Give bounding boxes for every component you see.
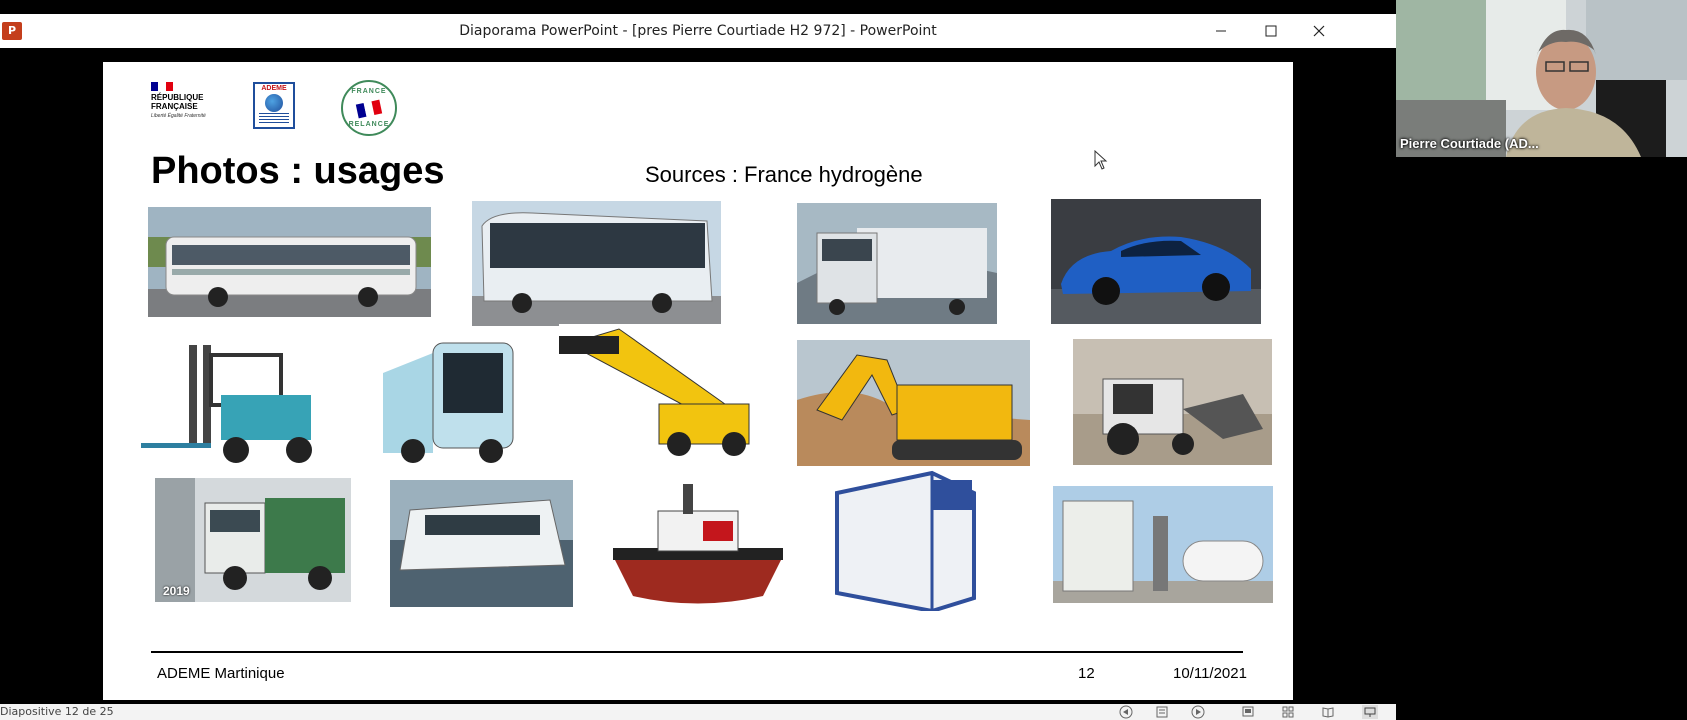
photo-hydrogen-generator-container — [832, 468, 979, 611]
screen: P Diaporama PowerPoint - [pres Pierre Co… — [0, 0, 1687, 720]
relance-flag-icon — [355, 99, 383, 119]
photo-reach-stacker — [559, 324, 759, 460]
globe-icon — [265, 94, 283, 112]
slideshow-menu-button[interactable] — [1154, 705, 1170, 719]
previous-icon — [1119, 705, 1133, 719]
photo-hydrogen-bus — [148, 207, 431, 317]
photo-hydrogen-boat — [390, 480, 573, 607]
ademe-logo-subtext — [259, 113, 289, 125]
previous-slide-button[interactable] — [1118, 705, 1134, 719]
photo-hydrogen-tugboat — [603, 476, 793, 610]
ademe-logo-text: ADEME — [261, 85, 287, 92]
slideshow-view-button[interactable] — [1362, 705, 1378, 719]
participant-video-feed — [1396, 0, 1687, 157]
slide-sources: Sources : France hydrogène — [645, 162, 923, 187]
footer-divider — [151, 651, 1243, 653]
reading-view-button[interactable] — [1320, 705, 1336, 719]
slideshow-icon — [1364, 707, 1376, 717]
footer-organization: ADEME Martinique — [157, 665, 285, 682]
republique-logo-text-1: RÉPUBLIQUE — [151, 93, 204, 102]
photo-forklift — [141, 335, 323, 470]
photo-hydrogen-station — [1053, 486, 1273, 603]
photo-year-label: 2019 — [163, 584, 190, 598]
photo-excavator — [797, 340, 1030, 466]
photo-hydrogen-truck — [797, 203, 997, 324]
republique-motto: Liberté Égalité Fraternité — [151, 113, 206, 119]
relance-logo-bottom: RELANCE — [348, 121, 390, 128]
mouse-cursor-icon — [1094, 150, 1108, 170]
reading-view-icon — [1322, 707, 1334, 718]
powerpoint-window: P Diaporama PowerPoint - [pres Pierre Co… — [0, 14, 1396, 720]
maximize-button[interactable] — [1248, 16, 1294, 46]
window-title: Diaporama PowerPoint - [pres Pierre Cour… — [459, 23, 937, 39]
slide-sorter-button[interactable] — [1280, 705, 1296, 719]
maximize-icon — [1265, 25, 1277, 37]
slide-sorter-icon — [1282, 706, 1294, 718]
normal-view-button[interactable] — [1240, 705, 1256, 719]
photo-hydrogen-tram-bus — [472, 201, 721, 326]
close-button[interactable] — [1296, 16, 1342, 46]
slide[interactable]: RÉPUBLIQUE FRANÇAISE Liberté Égalité Fra… — [103, 62, 1293, 700]
slide-title: Photos : usages — [151, 150, 445, 192]
minimize-button[interactable] — [1198, 16, 1244, 46]
next-icon — [1191, 705, 1205, 719]
menu-icon — [1156, 706, 1168, 718]
title-bar: P Diaporama PowerPoint - [pres Pierre Co… — [0, 14, 1396, 48]
photo-street-sweeper — [373, 333, 529, 468]
close-icon — [1313, 25, 1325, 37]
ademe-logo: ADEME — [253, 82, 295, 129]
participant-name: Pierre Courtiade (AD... — [1400, 136, 1539, 151]
slide-counter: Diapositive 12 de 25 — [0, 705, 114, 718]
footer-page-number: 12 — [1078, 665, 1095, 682]
status-bar: Diapositive 12 de 25 — [0, 704, 1396, 720]
next-slide-button[interactable] — [1190, 705, 1206, 719]
photo-garbage-truck: 2019 — [155, 478, 351, 602]
relance-logo-top: FRANCE — [351, 88, 387, 95]
normal-view-icon — [1242, 706, 1254, 717]
participant-video-tile[interactable]: Pierre Courtiade (AD... — [1396, 0, 1687, 157]
republique-logo-text-2: FRANÇAISE — [151, 102, 198, 111]
footer-date: 10/11/2021 — [1173, 665, 1247, 682]
french-flag-icon — [151, 82, 173, 91]
photo-backhoe-loader — [1073, 339, 1272, 465]
france-relance-logo: FRANCE RELANCE — [341, 80, 397, 136]
republique-francaise-logo: RÉPUBLIQUE FRANÇAISE Liberté Égalité Fra… — [151, 82, 209, 134]
minimize-icon — [1216, 30, 1226, 32]
photo-hydrogen-car — [1051, 199, 1261, 324]
